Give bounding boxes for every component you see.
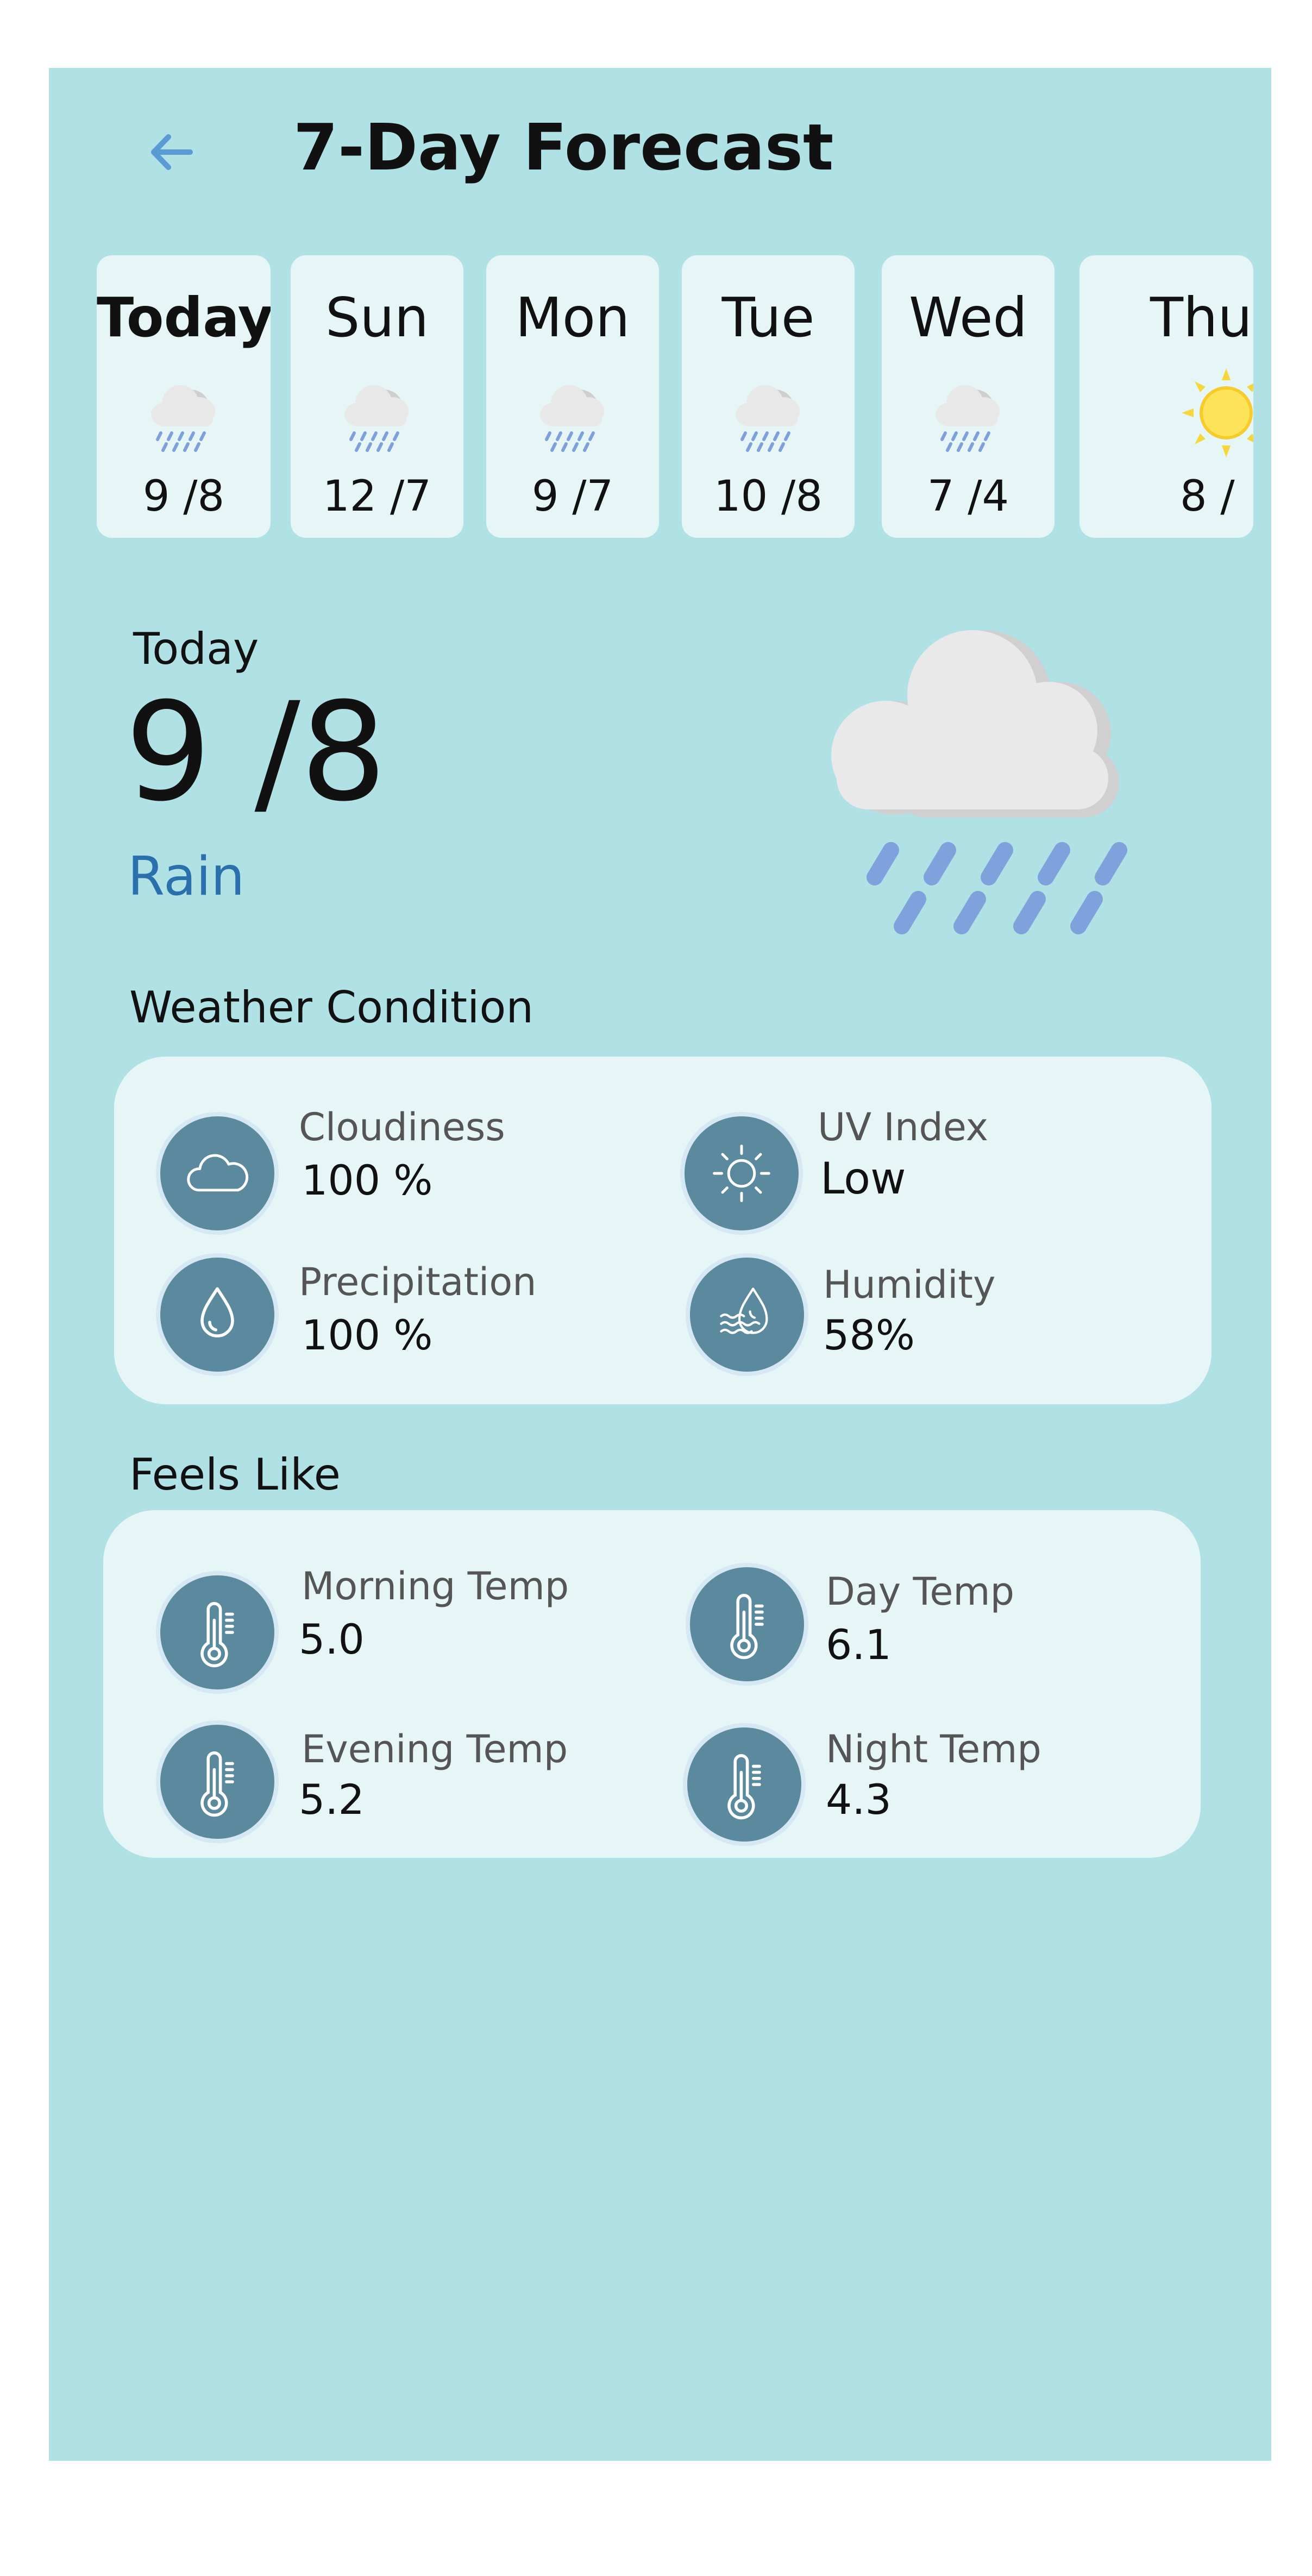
metric-value: 5.0 <box>299 1615 365 1663</box>
sun-icon <box>1182 368 1253 457</box>
metric-label: Cloudiness <box>299 1105 505 1149</box>
forecast-screen: 7-Day Forecast Today 9 /8 Sun 12 /7 Mon … <box>49 68 1271 2461</box>
metric-label: Precipitation <box>299 1260 537 1304</box>
today-condition: Rain <box>128 846 245 908</box>
rain-cloud-icon <box>529 372 616 459</box>
night-temp-icon-circle <box>687 1727 801 1842</box>
morning-temp-icon-circle <box>160 1575 274 1689</box>
day-temp: 10 /8 <box>714 472 823 521</box>
feels-like-panel: Morning Temp 5.0 Day Temp 6.1 Evening Te… <box>103 1510 1201 1858</box>
humidity-icon-circle <box>690 1258 804 1372</box>
page-title: 7-Day Forecast <box>293 110 834 185</box>
metric-label: Morning Temp <box>302 1564 569 1609</box>
day-card-today[interactable]: Today 9 /8 <box>97 255 271 538</box>
today-temp: 9 /8 <box>125 673 387 831</box>
evening-temp-icon-circle <box>160 1725 274 1839</box>
day-temp: 9 /8 <box>142 472 225 521</box>
arrow-left-icon <box>151 134 193 170</box>
metric-label: Day Temp <box>826 1569 1015 1614</box>
weather-condition-title: Weather Condition <box>129 982 534 1033</box>
day-temp: 9 /7 <box>531 472 614 521</box>
day-card-thu[interactable]: Thu 8 / <box>1079 255 1253 538</box>
metric-value: Low <box>820 1153 906 1204</box>
weather-condition-panel: Cloudiness 100 % UV Index Low Precipitat… <box>114 1057 1211 1404</box>
metric-value: 58% <box>823 1311 915 1359</box>
uv-index-icon-circle <box>685 1116 799 1230</box>
back-button[interactable] <box>139 120 204 185</box>
metric-value: 100 % <box>302 1311 433 1359</box>
day-name: Tue <box>721 286 815 349</box>
thermometer-icon <box>179 1594 255 1670</box>
rain-cloud-icon <box>725 372 812 459</box>
rain-cloud-icon <box>925 372 1012 459</box>
thermometer-icon <box>709 1586 785 1662</box>
day-temp-icon-circle <box>690 1567 804 1681</box>
day-name: Thu <box>1150 286 1252 349</box>
day-name: Mon <box>515 286 630 349</box>
metric-label: UV Index <box>818 1105 989 1149</box>
humidity-icon <box>720 1287 768 1334</box>
day-temp: 7 /4 <box>927 472 1009 521</box>
rain-cloud-icon <box>140 372 227 459</box>
sun-icon <box>713 1145 770 1202</box>
day-card-sun[interactable]: Sun 12 /7 <box>291 255 463 538</box>
day-card-mon[interactable]: Mon 9 /7 <box>486 255 659 538</box>
day-temp: 8 / <box>1180 472 1235 521</box>
day-card-tue[interactable]: Tue 10 /8 <box>682 255 855 538</box>
day-temp: 12 /7 <box>323 472 431 521</box>
day-name: Sun <box>325 286 429 349</box>
cloud-icon <box>187 1154 249 1192</box>
day-name: Today <box>97 286 271 349</box>
metric-value: 6.1 <box>826 1620 892 1669</box>
cloudiness-icon-circle <box>160 1116 274 1230</box>
precipitation-icon-circle <box>160 1258 274 1372</box>
day-card-wed[interactable]: Wed 7 /4 <box>882 255 1054 538</box>
metric-value: 100 % <box>302 1156 433 1204</box>
thermometer-icon <box>706 1746 782 1823</box>
thermometer-icon <box>179 1744 255 1820</box>
metric-label: Evening Temp <box>302 1727 568 1771</box>
feels-like-title: Feels Like <box>129 1449 341 1500</box>
water-drop-icon <box>200 1287 234 1337</box>
rain-cloud-icon <box>831 630 1127 934</box>
metric-value: 5.2 <box>299 1775 365 1824</box>
metric-label: Night Temp <box>826 1727 1041 1771</box>
day-name: Wed <box>908 286 1028 349</box>
today-label: Today <box>133 624 259 674</box>
rain-cloud-icon <box>334 372 420 459</box>
metric-value: 4.3 <box>826 1775 892 1824</box>
metric-label: Humidity <box>823 1262 996 1307</box>
